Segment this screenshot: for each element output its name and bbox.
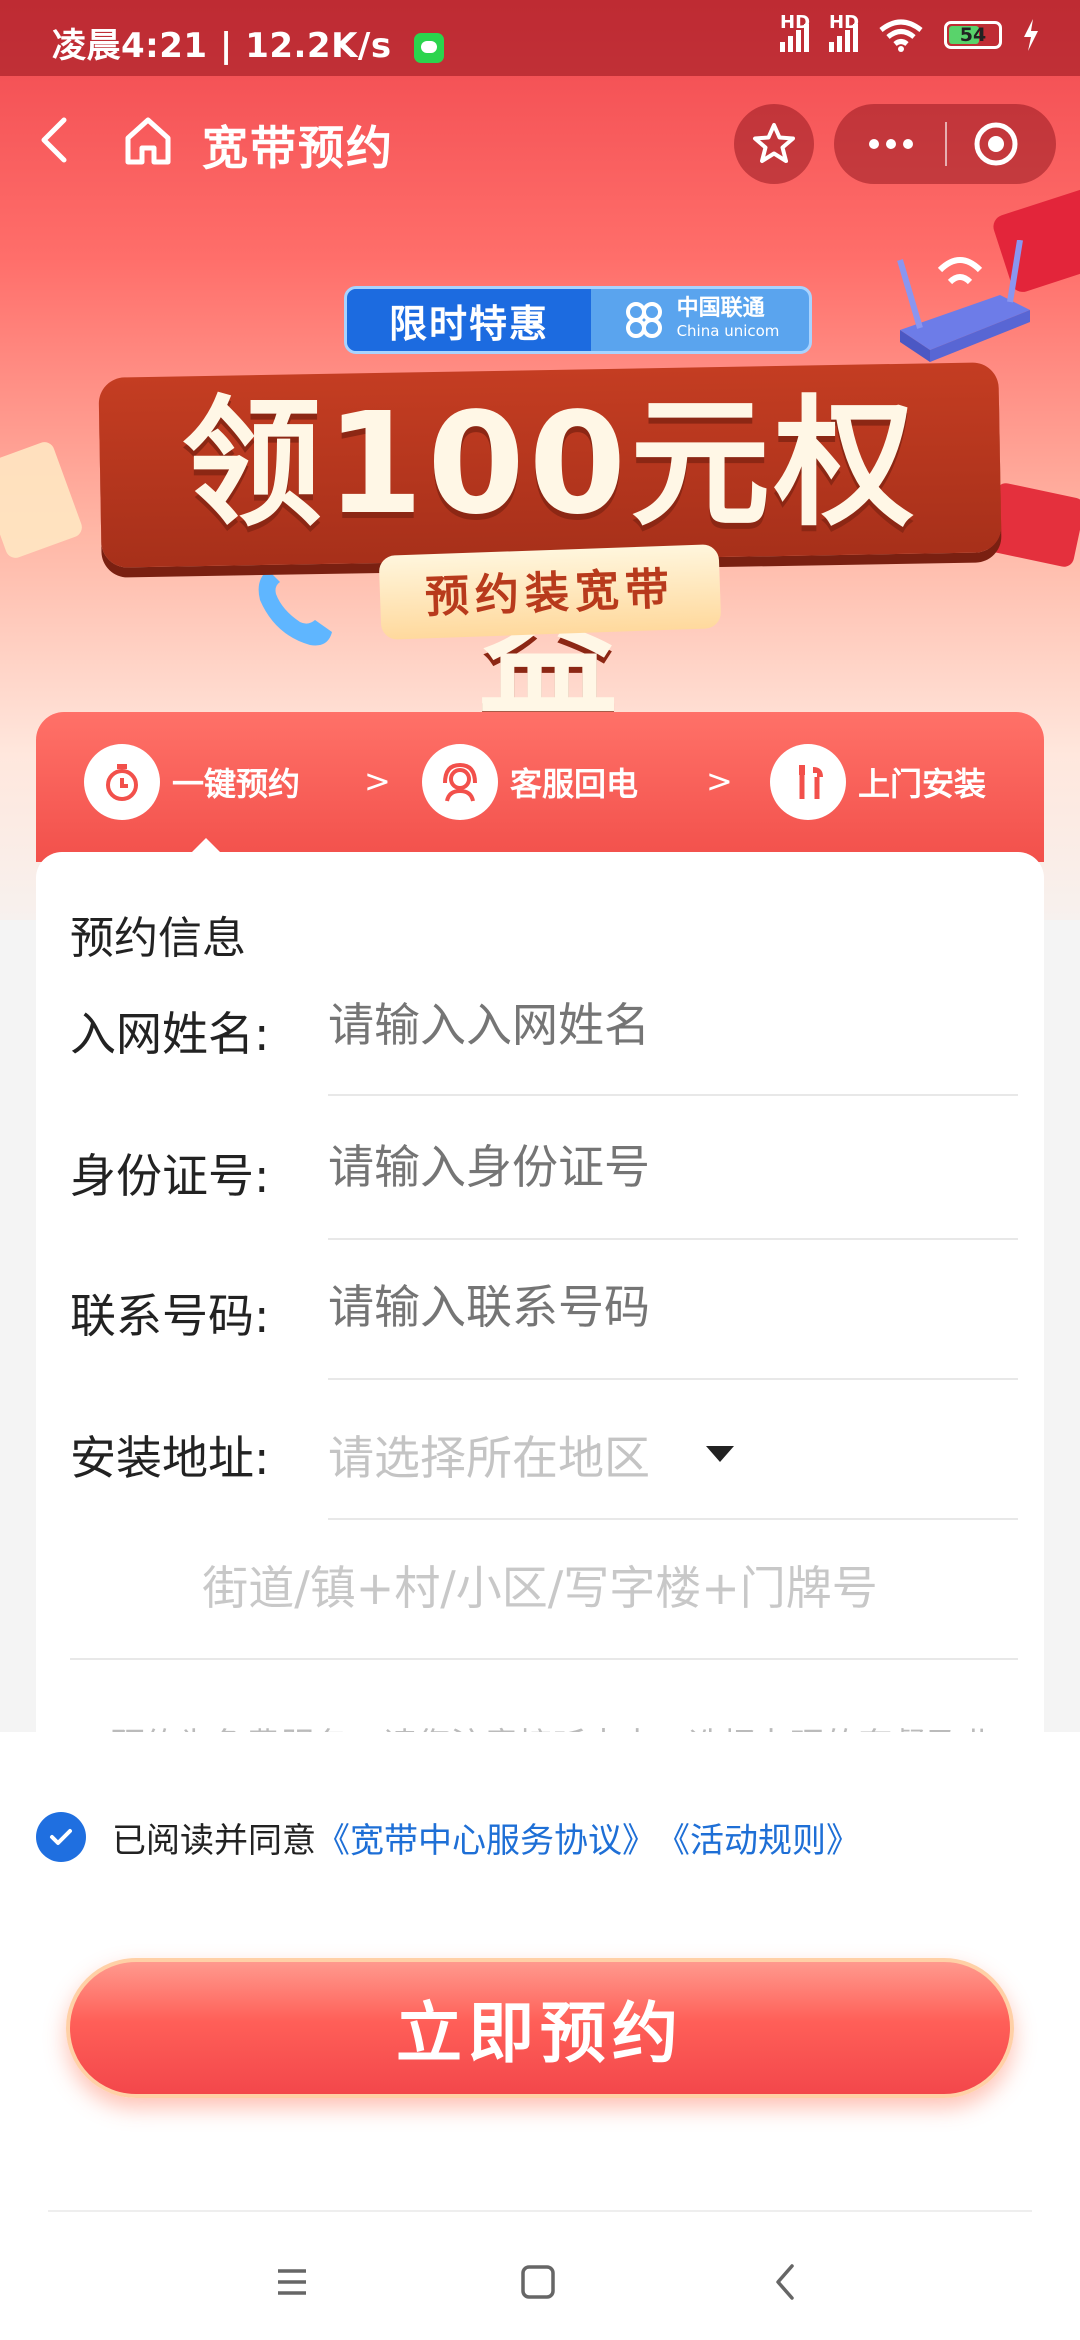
dropdown-caret-icon[interactable]	[706, 1446, 734, 1462]
steps-bar: 一键预约 > 客服回电 > 上门安装	[36, 712, 1044, 862]
title-bar: 宽带预约	[0, 76, 1080, 206]
battery-icon: 54	[944, 21, 1002, 49]
unicom-knot-icon	[625, 302, 662, 338]
agreement-prefix: 已阅读并同意	[112, 1820, 316, 1861]
coupon-decoration	[0, 439, 85, 561]
system-nav-bar	[0, 2252, 1080, 2322]
booking-form-card: 预约信息 入网姓名: 身份证号: 联系号码: 安装地址: 请选择所在地区 街道/…	[36, 852, 1044, 1766]
router-icon	[897, 240, 1030, 362]
checkmark-icon	[50, 1829, 72, 1845]
step-one-click-booking: 一键预约	[84, 742, 300, 822]
divider	[48, 2210, 1032, 2212]
wechat-notification-icon	[413, 32, 444, 63]
phone-input[interactable]	[328, 1280, 1018, 1334]
back-nav-icon[interactable]	[766, 2260, 806, 2304]
china-unicom-logo: 中国联通 China unicom	[591, 289, 809, 351]
wrench-icon	[799, 765, 823, 799]
status-time: 凌晨4:21	[52, 26, 208, 66]
step-label: 一键预约	[172, 765, 301, 803]
more-dots-icon[interactable]	[856, 124, 926, 164]
home-square-icon[interactable]	[518, 2262, 558, 2302]
agreement-row: 已阅读并同意 《宽带中心服务协议》 《活动规则》	[36, 1812, 860, 1862]
id-number-input[interactable]	[328, 1140, 1018, 1194]
step-arrow: >	[706, 762, 733, 800]
home-icon[interactable]	[120, 112, 176, 168]
status-left: 凌晨4:21 | 12.2K/s	[52, 18, 444, 67]
network-speed: 12.2K/s	[245, 26, 392, 66]
id-number-label: 身份证号:	[70, 1149, 270, 1203]
step-label: 上门安装	[858, 765, 987, 803]
street-address-input[interactable]: 街道/镇+村/小区/写字楼+门牌号	[36, 1552, 1044, 1618]
headset-icon	[443, 762, 477, 802]
section-title: 预约信息	[70, 913, 246, 964]
favorite-button[interactable]	[734, 104, 814, 184]
battery-level: 54	[959, 24, 987, 46]
book-now-button[interactable]: 立即预约	[66, 1958, 1014, 2098]
back-arrow-icon[interactable]	[30, 112, 86, 168]
status-bar: 凌晨4:21 | 12.2K/s HD HD 54	[0, 0, 1080, 76]
divider	[328, 1238, 1018, 1240]
step-label: 客服回电	[510, 765, 639, 803]
name-input[interactable]	[328, 998, 1018, 1052]
charging-icon	[1024, 19, 1038, 51]
bottom-panel: 已阅读并同意 《宽带中心服务协议》 《活动规则》 立即预约	[0, 1732, 1080, 2340]
service-agreement-link[interactable]: 《宽带中心服务协议》	[316, 1813, 656, 1862]
subtitle: 预约装宽带	[424, 563, 676, 624]
close-target-icon[interactable]	[972, 120, 1020, 168]
divider	[328, 1378, 1018, 1380]
signal-2-icon: HD	[829, 12, 859, 52]
promo-tag: 限时特惠 中国联通 China unicom	[344, 286, 812, 354]
agree-checkbox[interactable]	[36, 1812, 86, 1862]
divider	[70, 1658, 1018, 1660]
page-title: 宽带预约	[202, 121, 394, 175]
phone-label: 联系号码:	[70, 1289, 270, 1343]
step-onsite-install: 上门安装	[770, 742, 986, 822]
miniprogram-capsule	[834, 104, 1056, 184]
brand-name-cn: 中国联通	[676, 296, 765, 321]
stopwatch-icon	[106, 764, 138, 801]
status-right: HD HD 54	[780, 12, 1040, 52]
activity-rules-link[interactable]: 《活动规则》	[656, 1813, 860, 1862]
step-arrow: >	[364, 762, 391, 800]
divider	[328, 1094, 1018, 1096]
address-label: 安装地址:	[70, 1431, 270, 1485]
menu-icon[interactable]	[272, 2262, 312, 2302]
signal-1-icon: HD	[780, 12, 810, 52]
name-label: 入网姓名:	[70, 1007, 270, 1061]
star-icon	[753, 123, 795, 163]
limited-offer-label: 限时特惠	[347, 289, 591, 351]
region-select[interactable]: 请选择所在地区	[328, 1422, 748, 1488]
capsule-divider	[945, 122, 947, 166]
wifi-icon	[879, 19, 923, 52]
brand-name-en: China unicom	[676, 322, 780, 340]
divider	[328, 1518, 1018, 1520]
step-callback: 客服回电	[422, 742, 638, 822]
